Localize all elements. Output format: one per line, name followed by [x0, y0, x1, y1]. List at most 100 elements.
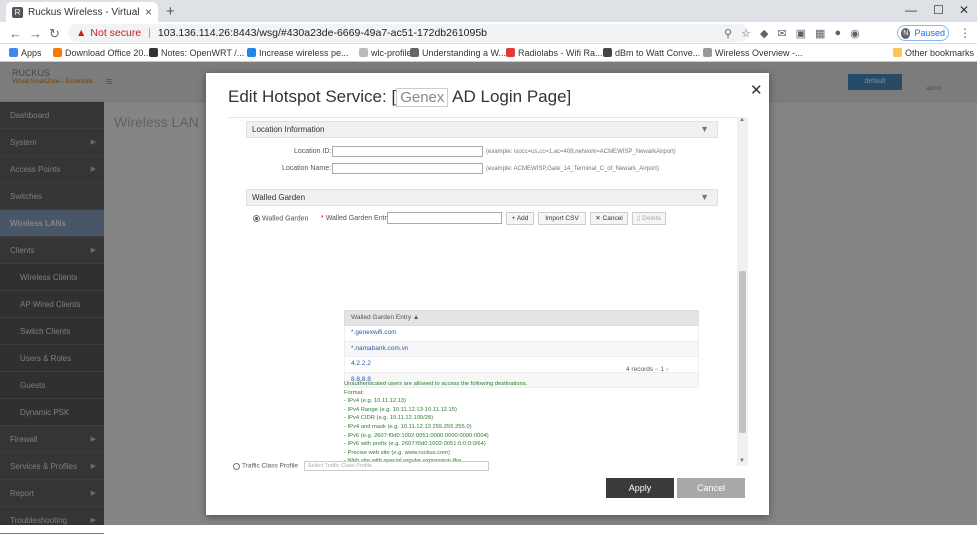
- next-page-icon[interactable]: »: [666, 366, 670, 373]
- bookmark-item[interactable]: Apps: [9, 48, 42, 58]
- maximize-icon[interactable]: ☐: [933, 3, 944, 17]
- edit-hotspot-dialog: Edit Hotspot Service: [Genex AD Login Pa…: [206, 73, 769, 515]
- add-entry-button[interactable]: + Add: [506, 212, 534, 225]
- bookmark-label: wlc-profile: [371, 48, 412, 58]
- scroll-down-icon[interactable]: ▼: [739, 458, 745, 464]
- bookmark-item[interactable]: dBm to Watt Conve...: [603, 48, 700, 58]
- table-header[interactable]: Walled Garden Entry ▲: [344, 310, 699, 326]
- dialog-scrollbar-thumb[interactable]: [739, 271, 746, 433]
- other-bookmarks-label: Other bookmarks: [905, 48, 974, 58]
- new-tab-icon[interactable]: +: [166, 3, 175, 20]
- bookmark-item[interactable]: wlc-profile: [359, 48, 412, 58]
- browser-tab-strip: R Ruckus Wireless - Virtual SmartZ × + —…: [0, 0, 977, 22]
- warning-icon: ▲: [76, 27, 86, 39]
- minimize-icon[interactable]: —: [905, 3, 917, 17]
- walled-garden-section-header[interactable]: Walled Garden ▼: [246, 189, 718, 206]
- apply-button[interactable]: Apply: [606, 478, 674, 498]
- bookmark-icon: [9, 48, 18, 57]
- bookmark-item[interactable]: Understanding a W...: [410, 48, 506, 58]
- page-number[interactable]: 1: [660, 366, 664, 373]
- bookmark-item[interactable]: Increase wireless pe...: [247, 48, 349, 58]
- location-id-hint: (example: isocc=us,cc=1,ac=408,network=A…: [486, 149, 676, 155]
- location-name-label: Location Name:: [282, 165, 331, 172]
- walled-garden-entry-input[interactable]: [387, 212, 502, 224]
- bookmark-label: dBm to Watt Conve...: [615, 48, 700, 58]
- bookmark-item[interactable]: Wireless Overview -...: [703, 48, 803, 58]
- extension-grid-icon[interactable]: ▦: [815, 27, 825, 40]
- bookmark-label: Radiolabs - Wifi Ra...: [518, 48, 603, 58]
- dialog-title: Edit Hotspot Service: [Genex AD Login Pa…: [228, 87, 571, 107]
- help-line: - IPv4 (e.g. 10.11.12.13): [344, 397, 527, 406]
- chevron-down-icon: ▼: [700, 122, 709, 137]
- bookmark-icon: [410, 48, 419, 57]
- star-icon[interactable]: ☆: [741, 27, 751, 40]
- back-icon[interactable]: ←: [9, 26, 22, 41]
- help-line: - IPv6 (e.g. 2607:f0d0:1002:0051:0000:00…: [344, 432, 527, 441]
- browser-menu-icon[interactable]: ⋮: [959, 26, 971, 40]
- close-icon: ✕: [595, 215, 602, 222]
- bookmark-icon: [149, 48, 158, 57]
- location-id-input[interactable]: [332, 146, 483, 157]
- close-dialog-icon[interactable]: ✕: [750, 81, 763, 99]
- import-csv-button[interactable]: Import CSV: [538, 212, 586, 225]
- extension-c-icon[interactable]: ◉: [850, 27, 860, 40]
- dialog-title-prefix: Edit Hotspot Service: [: [228, 87, 396, 106]
- reload-icon[interactable]: ↻: [49, 26, 60, 42]
- help-line: Format:: [344, 389, 527, 398]
- location-section-header[interactable]: Location Information ▼: [246, 121, 718, 138]
- url-text: 103.136.114.26:8443/wsg/#430a23de-6669-4…: [158, 27, 487, 39]
- profile-paused-button[interactable]: N Paused: [897, 25, 949, 41]
- table-row[interactable]: *.namabank.com.vn: [344, 342, 699, 358]
- url-separator: |: [148, 27, 151, 39]
- records-count: 4 records: [626, 366, 653, 373]
- tab-title: Ruckus Wireless - Virtual SmartZ: [28, 7, 140, 18]
- cancel-entry-button[interactable]: ✕ Cancel: [590, 212, 628, 225]
- cancel-button[interactable]: Cancel: [677, 478, 745, 498]
- ruckus-favicon-icon: R: [12, 7, 23, 18]
- not-secure-label: Not secure: [90, 27, 141, 39]
- folder-icon: [893, 48, 902, 57]
- bookmark-icon: [506, 48, 515, 57]
- entry-label-text: Walled Garden Entry: [326, 215, 391, 222]
- close-window-icon[interactable]: ✕: [959, 3, 969, 17]
- location-section-label: Location Information: [252, 125, 325, 134]
- other-bookmarks[interactable]: Other bookmarks: [893, 48, 974, 58]
- walled-garden-table: Walled Garden Entry ▲ *.genexwifi.com *.…: [344, 310, 699, 388]
- scroll-up-icon[interactable]: ▲: [739, 117, 745, 123]
- bookmark-item[interactable]: Notes: OpenWRT /...: [149, 48, 244, 58]
- walled-garden-radio[interactable]: Walled Garden: [253, 215, 308, 222]
- bookmark-label: Understanding a W...: [422, 48, 506, 58]
- walled-garden-help-text: Unauthenticated users are allowed to acc…: [344, 380, 527, 466]
- required-asterisk: *: [321, 215, 324, 222]
- bookmark-item[interactable]: Radiolabs - Wifi Ra...: [506, 48, 603, 58]
- paused-label: Paused: [914, 28, 945, 38]
- bookmark-icon: [247, 48, 256, 57]
- bookmark-label: Notes: OpenWRT /...: [161, 48, 244, 58]
- help-line: - IPv4 and mask (e.g. 10.11.12.13 255.25…: [344, 423, 527, 432]
- bookmark-item[interactable]: Download Office 20...: [53, 48, 151, 58]
- bookmark-label: Wireless Overview -...: [715, 48, 803, 58]
- traffic-class-select[interactable]: Select Traffic Class Profile: [304, 461, 489, 471]
- bookmark-icon: [603, 48, 612, 57]
- bookmark-label: Download Office 20...: [65, 48, 151, 58]
- browser-tab[interactable]: R Ruckus Wireless - Virtual SmartZ ×: [6, 2, 158, 22]
- zoom-icon[interactable]: ⚲: [724, 27, 732, 40]
- bookmark-icon: [53, 48, 62, 57]
- walled-garden-section-label: Walled Garden: [252, 193, 305, 202]
- extension-b-icon[interactable]: ●: [834, 27, 841, 40]
- extension-a-icon[interactable]: ▣: [796, 27, 806, 40]
- forward-icon[interactable]: →: [29, 26, 42, 41]
- traffic-class-radio[interactable]: [233, 463, 240, 470]
- table-pager: 4 records « 1 »: [626, 366, 669, 373]
- location-name-input[interactable]: [332, 163, 483, 174]
- extension-translate-icon[interactable]: ◆: [760, 27, 768, 40]
- help-line: - IPv4 Range (e.g. 10.11.12.13-10.11.12.…: [344, 406, 527, 415]
- close-tab-icon[interactable]: ×: [145, 5, 152, 19]
- table-row[interactable]: *.genexwifi.com: [344, 326, 699, 342]
- url-bar[interactable]: ▲ Not secure | 103.136.114.26:8443/wsg/#…: [68, 24, 748, 42]
- delete-entry-button[interactable]: ▯ Delete: [632, 212, 666, 225]
- radio-selected-icon: [253, 215, 260, 222]
- extension-mail-icon[interactable]: ✉: [777, 27, 786, 40]
- walled-garden-entry-label: * Walled Garden Entry: [321, 215, 390, 222]
- help-line: Unauthenticated users are allowed to acc…: [344, 380, 527, 389]
